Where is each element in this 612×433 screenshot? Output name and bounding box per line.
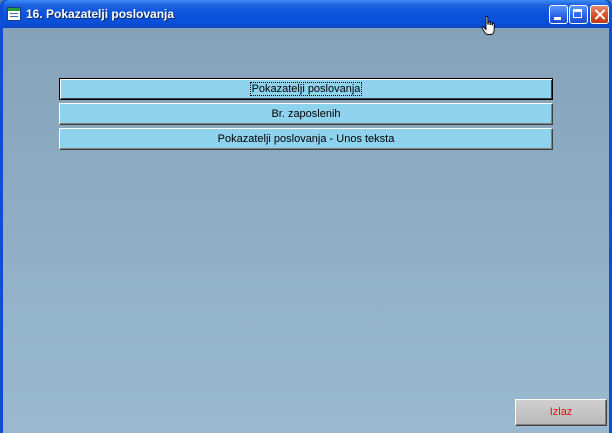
button-label: Pokazatelji poslovanja <box>249 82 363 96</box>
form-icon <box>7 7 21 21</box>
window-title: 16. Pokazatelji poslovanja <box>26 7 175 21</box>
exit-button[interactable]: Izlaz <box>515 399 607 426</box>
hand-pointer-icon <box>481 16 495 35</box>
exit-label: Izlaz <box>549 406 573 418</box>
title-bar[interactable]: 16. Pokazatelji poslovanja <box>3 0 609 28</box>
close-button[interactable] <box>590 5 609 24</box>
client-area: Pokazatelji poslovanja Br. zaposlenih Po… <box>3 28 609 433</box>
button-label: Br. zaposlenih <box>271 108 341 120</box>
app-window: 16. Pokazatelji poslovanja Pokazatelji p… <box>0 0 612 433</box>
button-label: Pokazatelji poslovanja - Unos teksta <box>217 133 395 145</box>
minimize-button[interactable] <box>549 5 568 24</box>
unos-teksta-button[interactable]: Pokazatelji poslovanja - Unos teksta <box>59 128 553 150</box>
pokazatelji-poslovanja-button[interactable]: Pokazatelji poslovanja <box>59 78 553 100</box>
br-zaposlenih-button[interactable]: Br. zaposlenih <box>59 103 553 125</box>
maximize-button[interactable] <box>569 5 588 24</box>
